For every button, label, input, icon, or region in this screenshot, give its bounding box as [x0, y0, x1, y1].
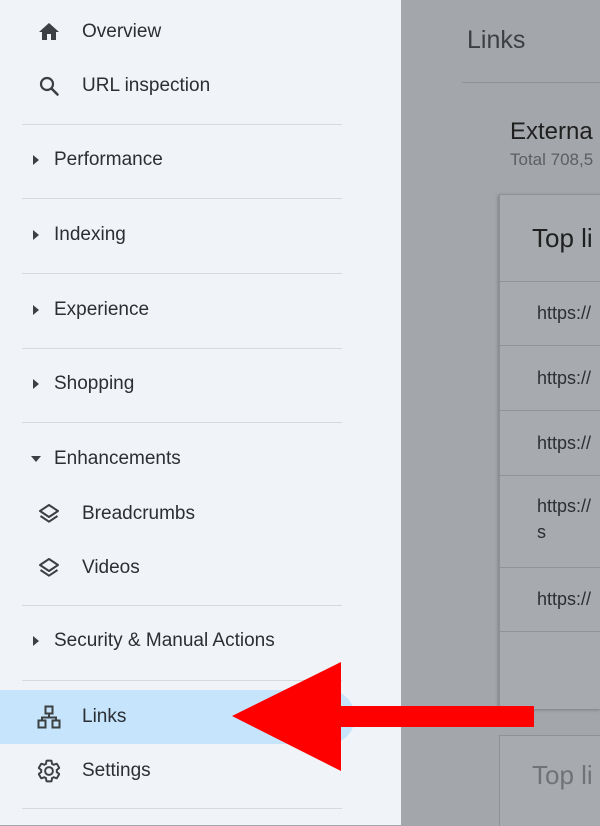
- caret-right-icon: [30, 153, 42, 167]
- sidebar-item-label: Overview: [82, 21, 162, 42]
- row-url[interactable]: https://: [537, 365, 591, 391]
- table-row[interactable]: https://: [500, 281, 600, 346]
- row-url[interactable]: https://: [537, 586, 591, 612]
- layers-icon: [36, 555, 62, 581]
- home-icon: [36, 19, 62, 45]
- card-title: Top li: [532, 760, 593, 790]
- card-title: Top li: [532, 223, 593, 253]
- sidebar-item-label: Videos: [82, 557, 140, 578]
- table-row[interactable]: https:// s: [500, 475, 600, 568]
- sidebar-item-settings[interactable]: Settings: [0, 751, 401, 791]
- sitemap-icon: [36, 704, 62, 730]
- caret-right-icon: [30, 377, 42, 391]
- gear-icon: [36, 758, 62, 784]
- top-links-card-2: Top li: [499, 735, 600, 826]
- external-links-heading: Externa: [510, 118, 593, 145]
- row-url[interactable]: https://: [537, 430, 591, 456]
- layers-icon: [36, 501, 62, 527]
- sidebar-section-performance[interactable]: Performance: [0, 140, 401, 180]
- table-row[interactable]: https://: [500, 410, 600, 475]
- external-links-total: Total 708,5: [510, 150, 594, 169]
- sidebar-item-url-inspection[interactable]: URL inspection: [0, 66, 401, 106]
- divider: [22, 422, 342, 423]
- sidebar-section-label: Enhancements: [54, 448, 181, 469]
- divider: [22, 124, 342, 125]
- divider: [22, 808, 342, 809]
- sidebar-item-label: Links: [82, 706, 127, 727]
- sidebar: Overview URL inspection Performance Inde…: [0, 0, 401, 825]
- sidebar-section-label: Indexing: [54, 224, 126, 245]
- sidebar-item-overview[interactable]: Overview: [0, 12, 401, 52]
- sidebar-section-label: Performance: [54, 149, 163, 170]
- sidebar-section-enhancements[interactable]: Enhancements: [0, 439, 401, 479]
- title-divider: [462, 82, 600, 83]
- row-url[interactable]: https://: [537, 493, 591, 519]
- caret-down-icon: [30, 452, 42, 466]
- sidebar-section-label: Security & Manual Actions: [54, 630, 275, 651]
- sidebar-section-shopping[interactable]: Shopping: [0, 364, 401, 404]
- table-row[interactable]: https://: [500, 567, 600, 632]
- sidebar-section-experience[interactable]: Experience: [0, 290, 401, 330]
- caret-right-icon: [30, 303, 42, 317]
- page-title: Links: [467, 26, 526, 54]
- search-icon: [36, 73, 62, 99]
- top-links-card: Top li https:// https:// https:// https:…: [499, 194, 600, 709]
- table-footer: [500, 631, 600, 709]
- row-url[interactable]: https://: [537, 300, 591, 326]
- divider: [22, 680, 342, 681]
- sidebar-section-label: Shopping: [54, 373, 135, 394]
- caret-right-icon: [30, 634, 42, 648]
- row-url-wrap[interactable]: s: [537, 519, 546, 545]
- sidebar-item-label: URL inspection: [82, 75, 211, 96]
- sidebar-item-label: Settings: [82, 760, 151, 781]
- sidebar-item-links[interactable]: Links: [0, 697, 401, 737]
- divider: [22, 198, 342, 199]
- sidebar-section-security[interactable]: Security & Manual Actions: [0, 621, 401, 661]
- sidebar-item-breadcrumbs[interactable]: Breadcrumbs: [0, 494, 401, 534]
- divider: [22, 605, 342, 606]
- caret-right-icon: [30, 228, 42, 242]
- sidebar-item-label: Breadcrumbs: [82, 503, 195, 524]
- sidebar-section-label: Experience: [54, 299, 150, 320]
- divider: [22, 348, 342, 349]
- table-row[interactable]: https://: [500, 345, 600, 410]
- sidebar-section-indexing[interactable]: Indexing: [0, 215, 401, 255]
- sidebar-item-videos[interactable]: Videos: [0, 548, 401, 588]
- divider: [22, 273, 342, 274]
